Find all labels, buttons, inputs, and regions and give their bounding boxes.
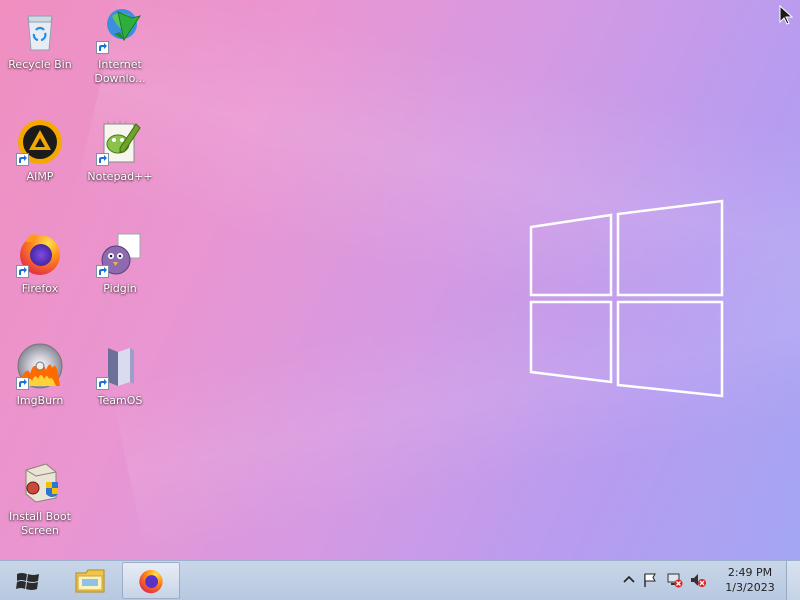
mouse-cursor-icon (779, 4, 794, 25)
desktop-icon-install-boot-screen[interactable]: Install Boot Screen (2, 458, 78, 558)
desktop-icon-label: AIMP (26, 170, 54, 183)
desktop-icon-label: ImgBurn (16, 394, 64, 407)
firefox-icon (139, 569, 163, 593)
taskbar: 2:49 PM 1/3/2023 (0, 560, 800, 600)
show-hidden-icons-chevron-icon[interactable] (621, 572, 637, 588)
desktop-icon-label: Recycle Bin (8, 58, 72, 71)
taskbar-file-explorer-button[interactable] (62, 562, 118, 599)
start-button[interactable] (0, 562, 56, 599)
file-explorer-icon (75, 569, 105, 592)
recycle-bin-icon (27, 15, 53, 51)
desktop-icon-label: Notepad++ (87, 170, 153, 183)
network-disconnected-icon[interactable] (667, 572, 683, 588)
desktop-icon-label: Install Boot Screen (9, 510, 71, 537)
shortcut-arrow-icon (96, 265, 109, 278)
action-center-flag-icon[interactable] (642, 572, 658, 588)
shortcut-arrow-icon (96, 153, 109, 166)
shortcut-arrow-icon (16, 153, 29, 166)
system-clock[interactable]: 2:49 PM 1/3/2023 (716, 565, 784, 595)
shortcut-arrow-icon (96, 377, 109, 390)
desktop-icon-label: TeamOS (97, 394, 143, 407)
show-desktop-button[interactable] (786, 561, 800, 600)
desktop-icon-recycle-bin[interactable]: Recycle Bin (2, 6, 78, 106)
windows-logo-wallpaper (529, 199, 724, 398)
desktop-icon-firefox[interactable]: Firefox (2, 230, 78, 330)
clock-date: 1/3/2023 (725, 581, 775, 594)
clock-time: 2:49 PM (727, 566, 773, 579)
desktop-icon-imgburn[interactable]: ImgBurn (2, 342, 78, 442)
shortcut-arrow-icon (96, 41, 109, 54)
volume-muted-icon[interactable] (690, 572, 706, 588)
desktop[interactable]: Recycle Bin Internet Downlo... AIMP Note… (0, 0, 800, 560)
desktop-icon-label: Internet Downlo... (94, 58, 146, 85)
desktop-icon-label: Pidgin (103, 282, 137, 295)
desktop-icon-label: Firefox (21, 282, 59, 295)
windows-start-icon (16, 572, 39, 590)
desktop-icon-pidgin[interactable]: Pidgin (82, 230, 158, 330)
desktop-icon-internet-download-manager[interactable]: Internet Downlo... (82, 6, 158, 106)
install-boot-screen-icon (25, 463, 58, 503)
shortcut-arrow-icon (16, 377, 29, 390)
taskbar-firefox-button[interactable] (122, 562, 180, 599)
desktop-icon-teamos[interactable]: TeamOS (82, 342, 158, 442)
shortcut-arrow-icon (16, 265, 29, 278)
desktop-icon-aimp[interactable]: AIMP (2, 118, 78, 218)
desktop-icon-notepad-plus-plus[interactable]: Notepad++ (82, 118, 158, 218)
